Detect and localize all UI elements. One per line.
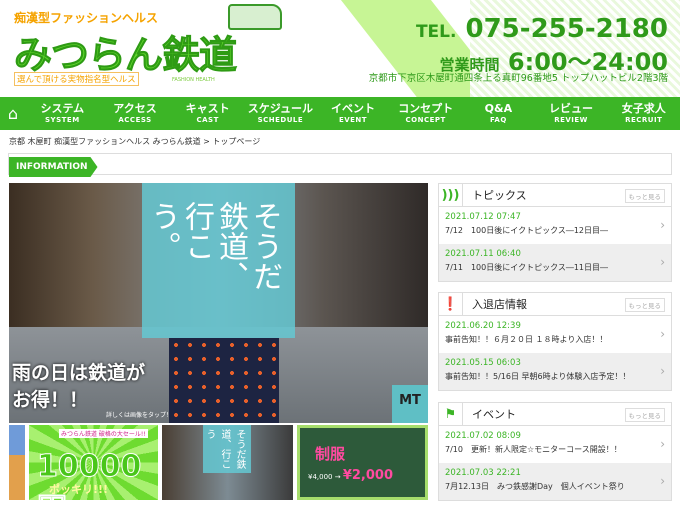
logo-sub: 選んで頂ける実物指名型ヘルス <box>14 72 139 86</box>
nav-cast[interactable]: キャスト CAST <box>171 102 244 125</box>
thumb-text: みつらん鉄道 破格の大セール!! <box>59 429 148 438</box>
rss-icon: ))) <box>439 184 463 206</box>
nav-concept[interactable]: コンセプト CONCEPT <box>389 102 462 125</box>
thumb-price: ¥4,000 → ¥2,000 <box>308 468 393 483</box>
nav-label: スケジュール <box>247 102 313 115</box>
mt-logo: MT <box>392 385 428 423</box>
item-date: 2021.07.02 08:09 <box>445 431 521 441</box>
information-bar: INFORMATION <box>8 153 672 177</box>
chevron-right-icon: › <box>660 474 665 488</box>
item-date: 2021.07.12 07:47 <box>445 212 521 222</box>
item-text: 事前告知！！5/16日 早朝6時より体験入店予定！！ <box>445 372 631 381</box>
train-icon <box>228 4 282 30</box>
item-date: 2021.07.11 06:40 <box>445 249 521 259</box>
list-item[interactable]: 2021.07.03 22:21 7月12.13日 みつ鉄感謝Day 個人イベント… <box>439 463 671 500</box>
nav-review[interactable]: レビュー REVIEW <box>535 102 608 125</box>
nav-sub: SCHEDULE <box>257 116 304 124</box>
breadcrumb[interactable]: 京都 木屋町 痴漢型ファッションヘルス みつらん鉄道 > トップページ <box>9 136 260 147</box>
box-header: ❗ 入退店情報 もっと見る <box>439 293 671 316</box>
home-icon[interactable]: ⌂ <box>0 104 26 123</box>
nav-label: システム <box>40 102 85 115</box>
flag-icon: ⚑ <box>439 403 463 425</box>
thumb-uniform[interactable]: 制服 ¥4,000 → ¥2,000 <box>297 425 428 500</box>
more-button[interactable]: もっと見る <box>624 408 665 422</box>
nav-sub: RECRUIT <box>625 116 663 124</box>
new-price: ¥2,000 <box>342 468 393 483</box>
information-label: INFORMATION <box>9 157 98 177</box>
nav-sub: FAQ <box>489 116 507 124</box>
box-title: トピックス <box>472 189 527 202</box>
tap-hint: 詳しくは画像をタップ！ <box>106 412 173 419</box>
thumb-prev[interactable] <box>9 425 25 500</box>
nav-system[interactable]: システム SYSTEM <box>26 102 99 125</box>
nav-schedule[interactable]: スケジュール SCHEDULE <box>244 102 317 125</box>
item-text: 7月12.13日 みつ鉄感謝Day 個人イベント祭り <box>445 482 625 491</box>
tel-label: TEL. <box>415 22 457 42</box>
tel-value[interactable]: 075-255-2180 <box>466 14 669 44</box>
chevron-right-icon: › <box>660 364 665 378</box>
address: 京都市下京区木屋町通四条上る真町96番地5 トップハットビル2階3階 <box>368 73 668 84</box>
nav-label: キャスト <box>185 102 230 115</box>
site-header: 痴漢型ファッションヘルス みつらん鉄道 選んで頂ける実物指名型ヘルス FASHI… <box>0 0 680 97</box>
nav-event[interactable]: イベント EVENT <box>317 102 390 125</box>
thumb-text: ポッキリ!!! <box>49 483 109 496</box>
thumb-rain[interactable]: そうだ鉄道、行こう <box>162 425 293 500</box>
old-price: ¥4,000 <box>308 473 333 481</box>
phone-number[interactable]: TEL. 075-255-2180 <box>416 14 668 44</box>
caption-line: 雨の日は鉄道が <box>12 362 146 384</box>
item-text: 事前告知！！６月２０日 １８時より入店！！ <box>445 335 608 344</box>
item-text: 7/12 100日後にイクトピックス―12日目― <box>445 226 609 235</box>
alert-icon: ❗ <box>439 293 463 315</box>
item-text: 7/10 更新！新人限定☆モニターコース開設！！ <box>445 445 622 454</box>
event-box: ⚑ イベント もっと見る 2021.07.02 08:09 7/10 更新！新人限定☆… <box>438 402 672 501</box>
nav-recruit[interactable]: 女子求人 RECRUIT <box>607 102 680 125</box>
topics-box: ))) トピックス もっと見る 2021.07.12 07:47 7/12 100日後… <box>438 183 672 282</box>
box-header: ))) トピックス もっと見る <box>439 184 671 207</box>
main-nav: ⌂ システム SYSTEM アクセス ACCESS キャスト CAST スケジュール S… <box>0 97 680 130</box>
thumb-text: そうだ鉄道、行こう <box>203 425 251 473</box>
entry-box: ❗ 入退店情報 もっと見る 2021.06.20 12:39 事前告知！！６月２０日 … <box>438 292 672 391</box>
chevron-right-icon: › <box>660 255 665 269</box>
box-title: イベント <box>472 408 516 421</box>
logo-en: FASHION HEALTH <box>172 77 215 83</box>
nav-label: Q&A <box>484 102 513 115</box>
list-item[interactable]: 2021.07.12 07:47 7/12 100日後にイクトピックス―12日目―… <box>439 207 671 244</box>
box-title: 入退店情報 <box>472 298 527 311</box>
nav-faq[interactable]: Q&A FAQ <box>462 102 535 125</box>
chevron-right-icon: › <box>660 218 665 232</box>
nav-label: コンセプト <box>398 102 454 115</box>
item-date: 2021.06.20 12:39 <box>445 321 521 331</box>
nav-sub: ACCESS <box>118 116 152 124</box>
nav-label: 女子求人 <box>621 102 666 115</box>
nav-sub: SYSTEM <box>44 116 80 124</box>
item-date: 2021.07.03 22:21 <box>445 468 521 478</box>
list-item[interactable]: 2021.06.20 12:39 事前告知！！６月２０日 １８時より入店！！ › <box>439 316 671 353</box>
hero-banner[interactable]: そうだ鉄道、行こう。 雨の日は鉄道が お得！！ 詳しくは画像をタップ！ MT <box>9 183 428 423</box>
nav-sub: REVIEW <box>554 116 588 124</box>
hero-caption: 雨の日は鉄道が お得！！ <box>12 360 145 414</box>
chevron-right-icon: › <box>660 437 665 451</box>
box-header: ⚑ イベント もっと見る <box>439 403 671 426</box>
list-item[interactable]: 2021.07.11 06:40 7/11 100日後にイクトピックス―11日目―… <box>439 244 671 281</box>
logo[interactable]: みつらん鉄道 <box>13 24 237 79</box>
item-text: 7/11 100日後にイクトピックス―11日目― <box>445 263 609 272</box>
nav-sub: CAST <box>196 116 219 124</box>
more-button[interactable]: もっと見る <box>624 189 665 203</box>
nav-sub: CONCEPT <box>405 116 446 124</box>
item-date: 2021.05.15 06:03 <box>445 358 521 368</box>
list-item[interactable]: 2021.07.02 08:09 7/10 更新！新人限定☆モニターコース開設！！… <box>439 426 671 463</box>
hero-panel-text: そうだ鉄道、行こう。 <box>142 183 295 338</box>
banner-thumbnails: みつらん鉄道 破格の大セール!!10000円ポッキリ!!! そうだ鉄道、行こう … <box>9 425 428 500</box>
thumb-text: 制服 <box>315 445 346 463</box>
nav-label: イベント <box>331 102 376 115</box>
chevron-right-icon: › <box>660 327 665 341</box>
nav-label: アクセス <box>113 102 157 115</box>
nav-sub: EVENT <box>338 116 368 124</box>
nav-access[interactable]: アクセス ACCESS <box>99 102 172 125</box>
nav-label: レビュー <box>549 102 594 115</box>
kimono-figure <box>169 338 279 423</box>
more-button[interactable]: もっと見る <box>624 298 665 312</box>
list-item[interactable]: 2021.05.15 06:03 事前告知！！5/16日 早朝6時より体験入店予定… <box>439 353 671 390</box>
thumb-sale[interactable]: みつらん鉄道 破格の大セール!!10000円ポッキリ!!! <box>29 425 158 500</box>
